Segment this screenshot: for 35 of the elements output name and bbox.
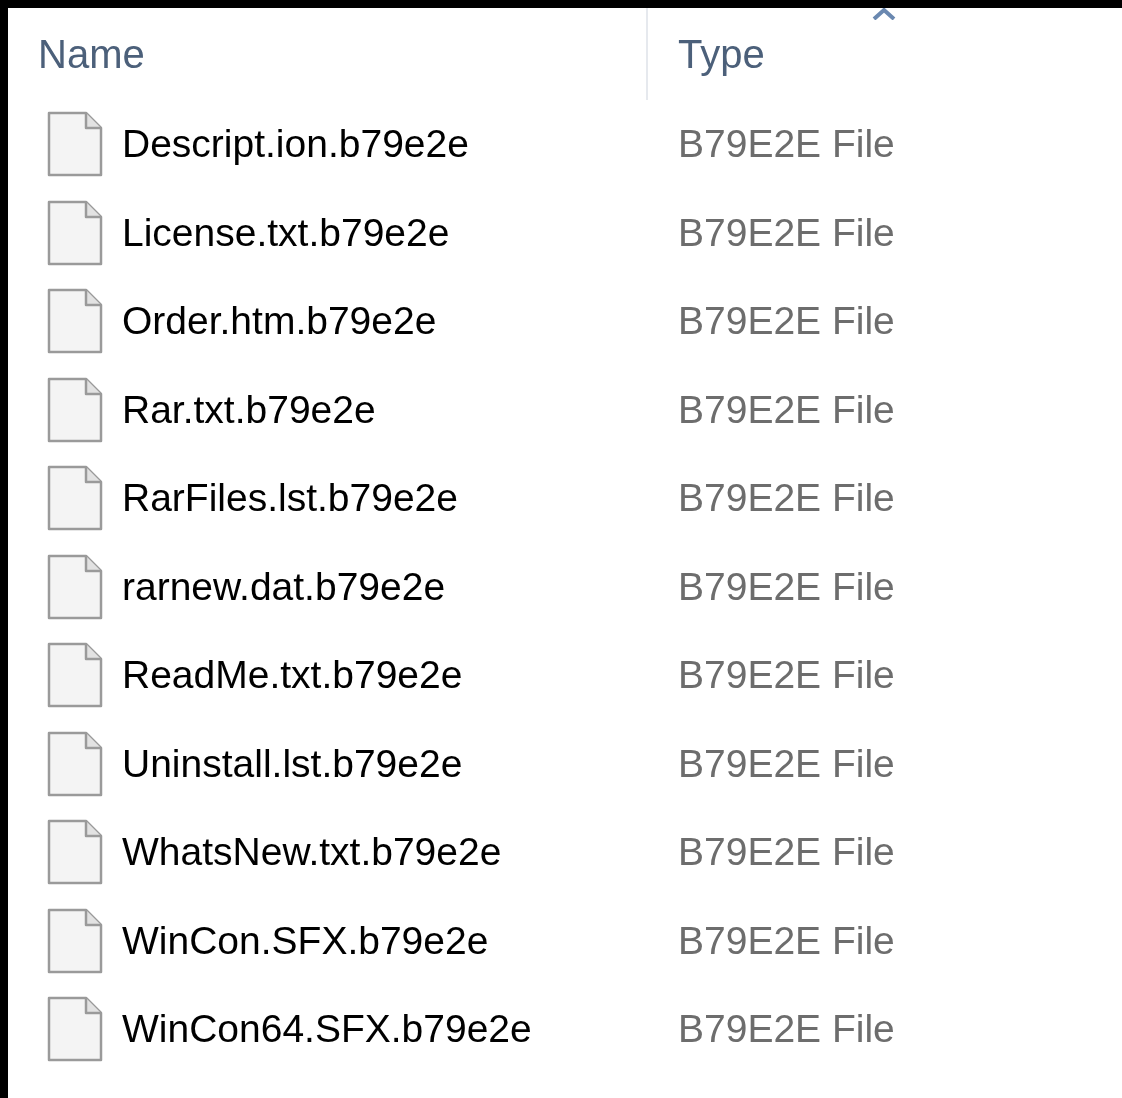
file-name[interactable]: WhatsNew.txt.b79e2e — [122, 823, 502, 882]
column-header[interactable]: Type — [678, 24, 765, 84]
file-type: B79E2E File — [677, 917, 895, 964]
file-name[interactable]: ReadMe.txt.b79e2e — [122, 646, 463, 705]
file-name[interactable]: Rar.txt.b79e2e — [122, 380, 376, 439]
file-name[interactable]: WinCon.SFX.b79e2e — [122, 911, 489, 970]
file-type: B79E2E File — [677, 121, 895, 167]
file-name[interactable]: rarnew.dat.b79e2e — [122, 557, 446, 616]
column-header[interactable]: Name — [38, 24, 145, 84]
file-name[interactable]: Descript.ion.b79e2e — [122, 115, 469, 174]
file-type: B79E2E File — [677, 1006, 895, 1052]
file-icon — [46, 198, 104, 267]
file-icon — [46, 552, 104, 621]
file-type: B79E2E File — [677, 829, 895, 875]
file-type: B79E2E File — [677, 298, 895, 344]
file-icon — [46, 906, 104, 975]
file-name[interactable]: RarFiles.lst.b79e2e — [122, 469, 458, 528]
file-icon — [46, 464, 104, 533]
file-type: B79E2E File — [677, 386, 895, 433]
file-icon — [46, 287, 104, 356]
file-icon — [46, 110, 104, 179]
file-name[interactable]: Order.htm.b79e2e — [122, 292, 437, 351]
file-name[interactable]: WinCon64.SFX.b79e2e — [122, 1000, 532, 1059]
file-type: B79E2E File — [677, 563, 895, 610]
file-type: B79E2E File — [677, 475, 895, 521]
file-type: B79E2E File — [677, 740, 895, 787]
file-icon — [46, 375, 104, 444]
file-name[interactable]: Uninstall.lst.b79e2e — [122, 734, 463, 793]
file-icon — [46, 729, 104, 798]
file-type: B79E2E File — [677, 652, 895, 698]
file-icon — [46, 641, 104, 710]
file-name[interactable]: License.txt.b79e2e — [122, 203, 450, 262]
file-icon — [46, 818, 104, 887]
file-type: B79E2E File — [677, 209, 895, 256]
file-icon — [46, 995, 104, 1064]
